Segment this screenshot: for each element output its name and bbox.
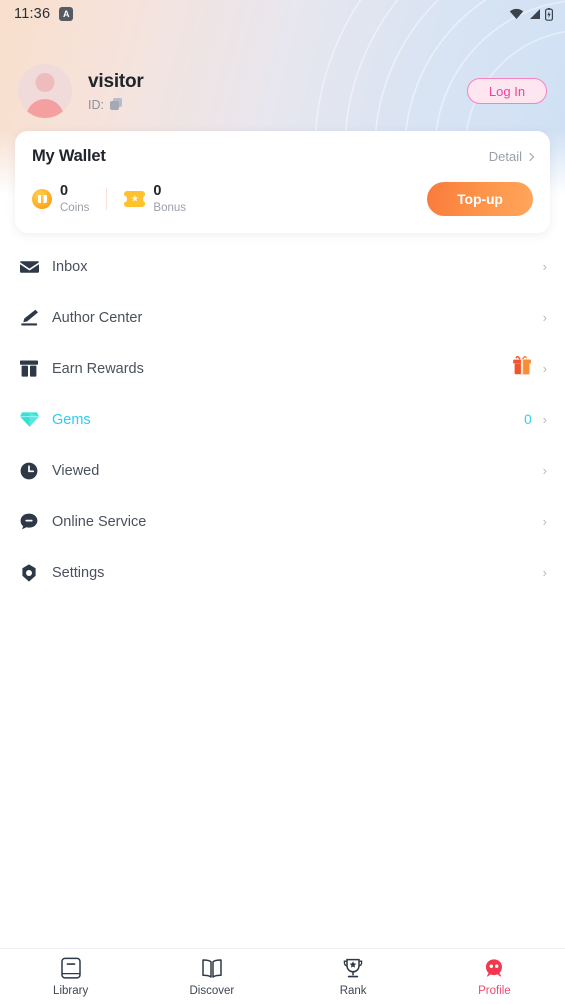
- nav-tab-rank[interactable]: Rank: [283, 957, 424, 997]
- menu-item-label: Gems: [52, 411, 91, 428]
- menu-item-label: Viewed: [52, 462, 100, 479]
- id-label: ID:: [88, 97, 104, 112]
- wallet-detail-link[interactable]: Detail: [488, 149, 535, 164]
- library-icon: [60, 957, 81, 979]
- bonus-label: Bonus: [153, 201, 187, 214]
- menu-item-right: ›: [543, 515, 547, 528]
- coins-label: Coins: [60, 201, 90, 214]
- menu-item-settings[interactable]: Settings ›: [0, 547, 565, 598]
- bonus-text: 0 Bonus: [153, 183, 187, 214]
- menu-item-right: ›: [512, 355, 547, 381]
- menu-item-label: Author Center: [52, 309, 143, 326]
- topup-button[interactable]: Top-up: [427, 182, 533, 216]
- trophy-icon: [343, 958, 363, 977]
- menu-item-viewed[interactable]: Viewed ›: [0, 445, 565, 496]
- chevron-right-icon: ›: [542, 361, 547, 376]
- pen-icon: [18, 309, 40, 326]
- coin-icon: [32, 189, 52, 209]
- username: visitor: [88, 70, 144, 92]
- cellular-signal-icon: [530, 9, 540, 19]
- menu-item-right: ›: [543, 566, 547, 579]
- avatar-body: [26, 99, 64, 118]
- book-icon: [202, 958, 222, 978]
- nav-tab-label: Rank: [339, 984, 367, 997]
- menu-item-online-service[interactable]: Online Service ›: [0, 496, 565, 547]
- gem-icon: [18, 411, 40, 428]
- login-button[interactable]: Log In: [467, 78, 547, 104]
- gear-icon: [18, 563, 40, 582]
- menu-item-right: ›: [543, 464, 547, 477]
- menu-item-inbox[interactable]: Inbox ›: [0, 241, 565, 292]
- envelope-icon: [18, 260, 40, 274]
- wallet-balances: 0 Coins ★ 0 Bonus Top-up: [32, 182, 533, 216]
- app-badge-icon: A: [59, 7, 74, 21]
- profile-header: visitor ID: Log In: [0, 60, 565, 122]
- coins-text: 0 Coins: [60, 183, 90, 214]
- profile-meta: visitor ID:: [88, 71, 467, 112]
- copy-icon[interactable]: [109, 98, 123, 111]
- gift-icon: [18, 360, 40, 377]
- battery-icon: [545, 7, 553, 21]
- ticket-icon: ★: [124, 191, 146, 207]
- menu-item-right: ›: [543, 260, 547, 273]
- menu-item-right: ›: [543, 311, 547, 324]
- bottom-navigation: Library Discover Rank Profile: [0, 948, 565, 1004]
- profile-screen: 11:36 A visitor ID: Log In My Wallet Det…: [0, 0, 565, 1004]
- chevron-right-icon: ›: [542, 463, 547, 478]
- nav-tab-label: Profile: [478, 984, 511, 997]
- avatar-head: [35, 73, 55, 92]
- avatar[interactable]: [18, 64, 72, 118]
- wifi-icon: [509, 8, 524, 19]
- chevron-right-icon: ›: [542, 310, 547, 325]
- wallet-detail-label: Detail: [488, 149, 522, 164]
- clock-icon: [18, 462, 40, 480]
- wallet-card: My Wallet Detail 0 Coins ★ 0 Bonus Top-u…: [15, 131, 550, 233]
- bonus-balance[interactable]: ★ 0 Bonus: [124, 183, 187, 214]
- profile-icon: [486, 958, 503, 977]
- settings-menu: Inbox › Author Center › Earn Rewards › G…: [0, 241, 565, 598]
- menu-item-author-center[interactable]: Author Center ›: [0, 292, 565, 343]
- chevron-right-icon: ›: [542, 514, 547, 529]
- coins-value: 0: [60, 183, 69, 200]
- nav-tab-library[interactable]: Library: [0, 957, 141, 997]
- menu-item-label: Earn Rewards: [52, 360, 144, 377]
- chevron-right-icon: ›: [542, 565, 547, 580]
- user-id-row[interactable]: ID:: [88, 98, 467, 112]
- nav-tab-profile[interactable]: Profile: [424, 957, 565, 997]
- bonus-value: 0: [153, 183, 162, 200]
- coins-balance[interactable]: 0 Coins: [32, 183, 90, 214]
- nav-tab-label: Library: [53, 984, 89, 997]
- menu-item-label: Online Service: [52, 513, 147, 530]
- status-bar: 11:36 A: [0, 0, 565, 28]
- chat-icon: [18, 513, 40, 530]
- wallet-title: My Wallet: [32, 147, 106, 165]
- balance-divider: [106, 188, 108, 210]
- menu-item-label: Settings: [52, 564, 105, 581]
- status-bar-left: 11:36 A: [14, 6, 74, 22]
- gift-box-icon: [512, 355, 532, 381]
- menu-item-gems[interactable]: Gems 0 ›: [0, 394, 565, 445]
- gems-count: 0: [524, 412, 532, 427]
- wallet-header: My Wallet Detail: [32, 147, 535, 166]
- chevron-right-icon: ›: [542, 412, 547, 427]
- nav-tab-label: Discover: [189, 984, 235, 997]
- chevron-right-icon: ›: [542, 259, 547, 274]
- menu-item-label: Inbox: [52, 258, 88, 275]
- menu-item-right: 0 ›: [524, 412, 547, 427]
- status-time: 11:36: [14, 6, 51, 22]
- chevron-right-icon: [525, 152, 535, 161]
- menu-item-earn-rewards[interactable]: Earn Rewards ›: [0, 343, 565, 394]
- nav-tab-discover[interactable]: Discover: [141, 957, 282, 997]
- status-bar-right: [509, 7, 553, 21]
